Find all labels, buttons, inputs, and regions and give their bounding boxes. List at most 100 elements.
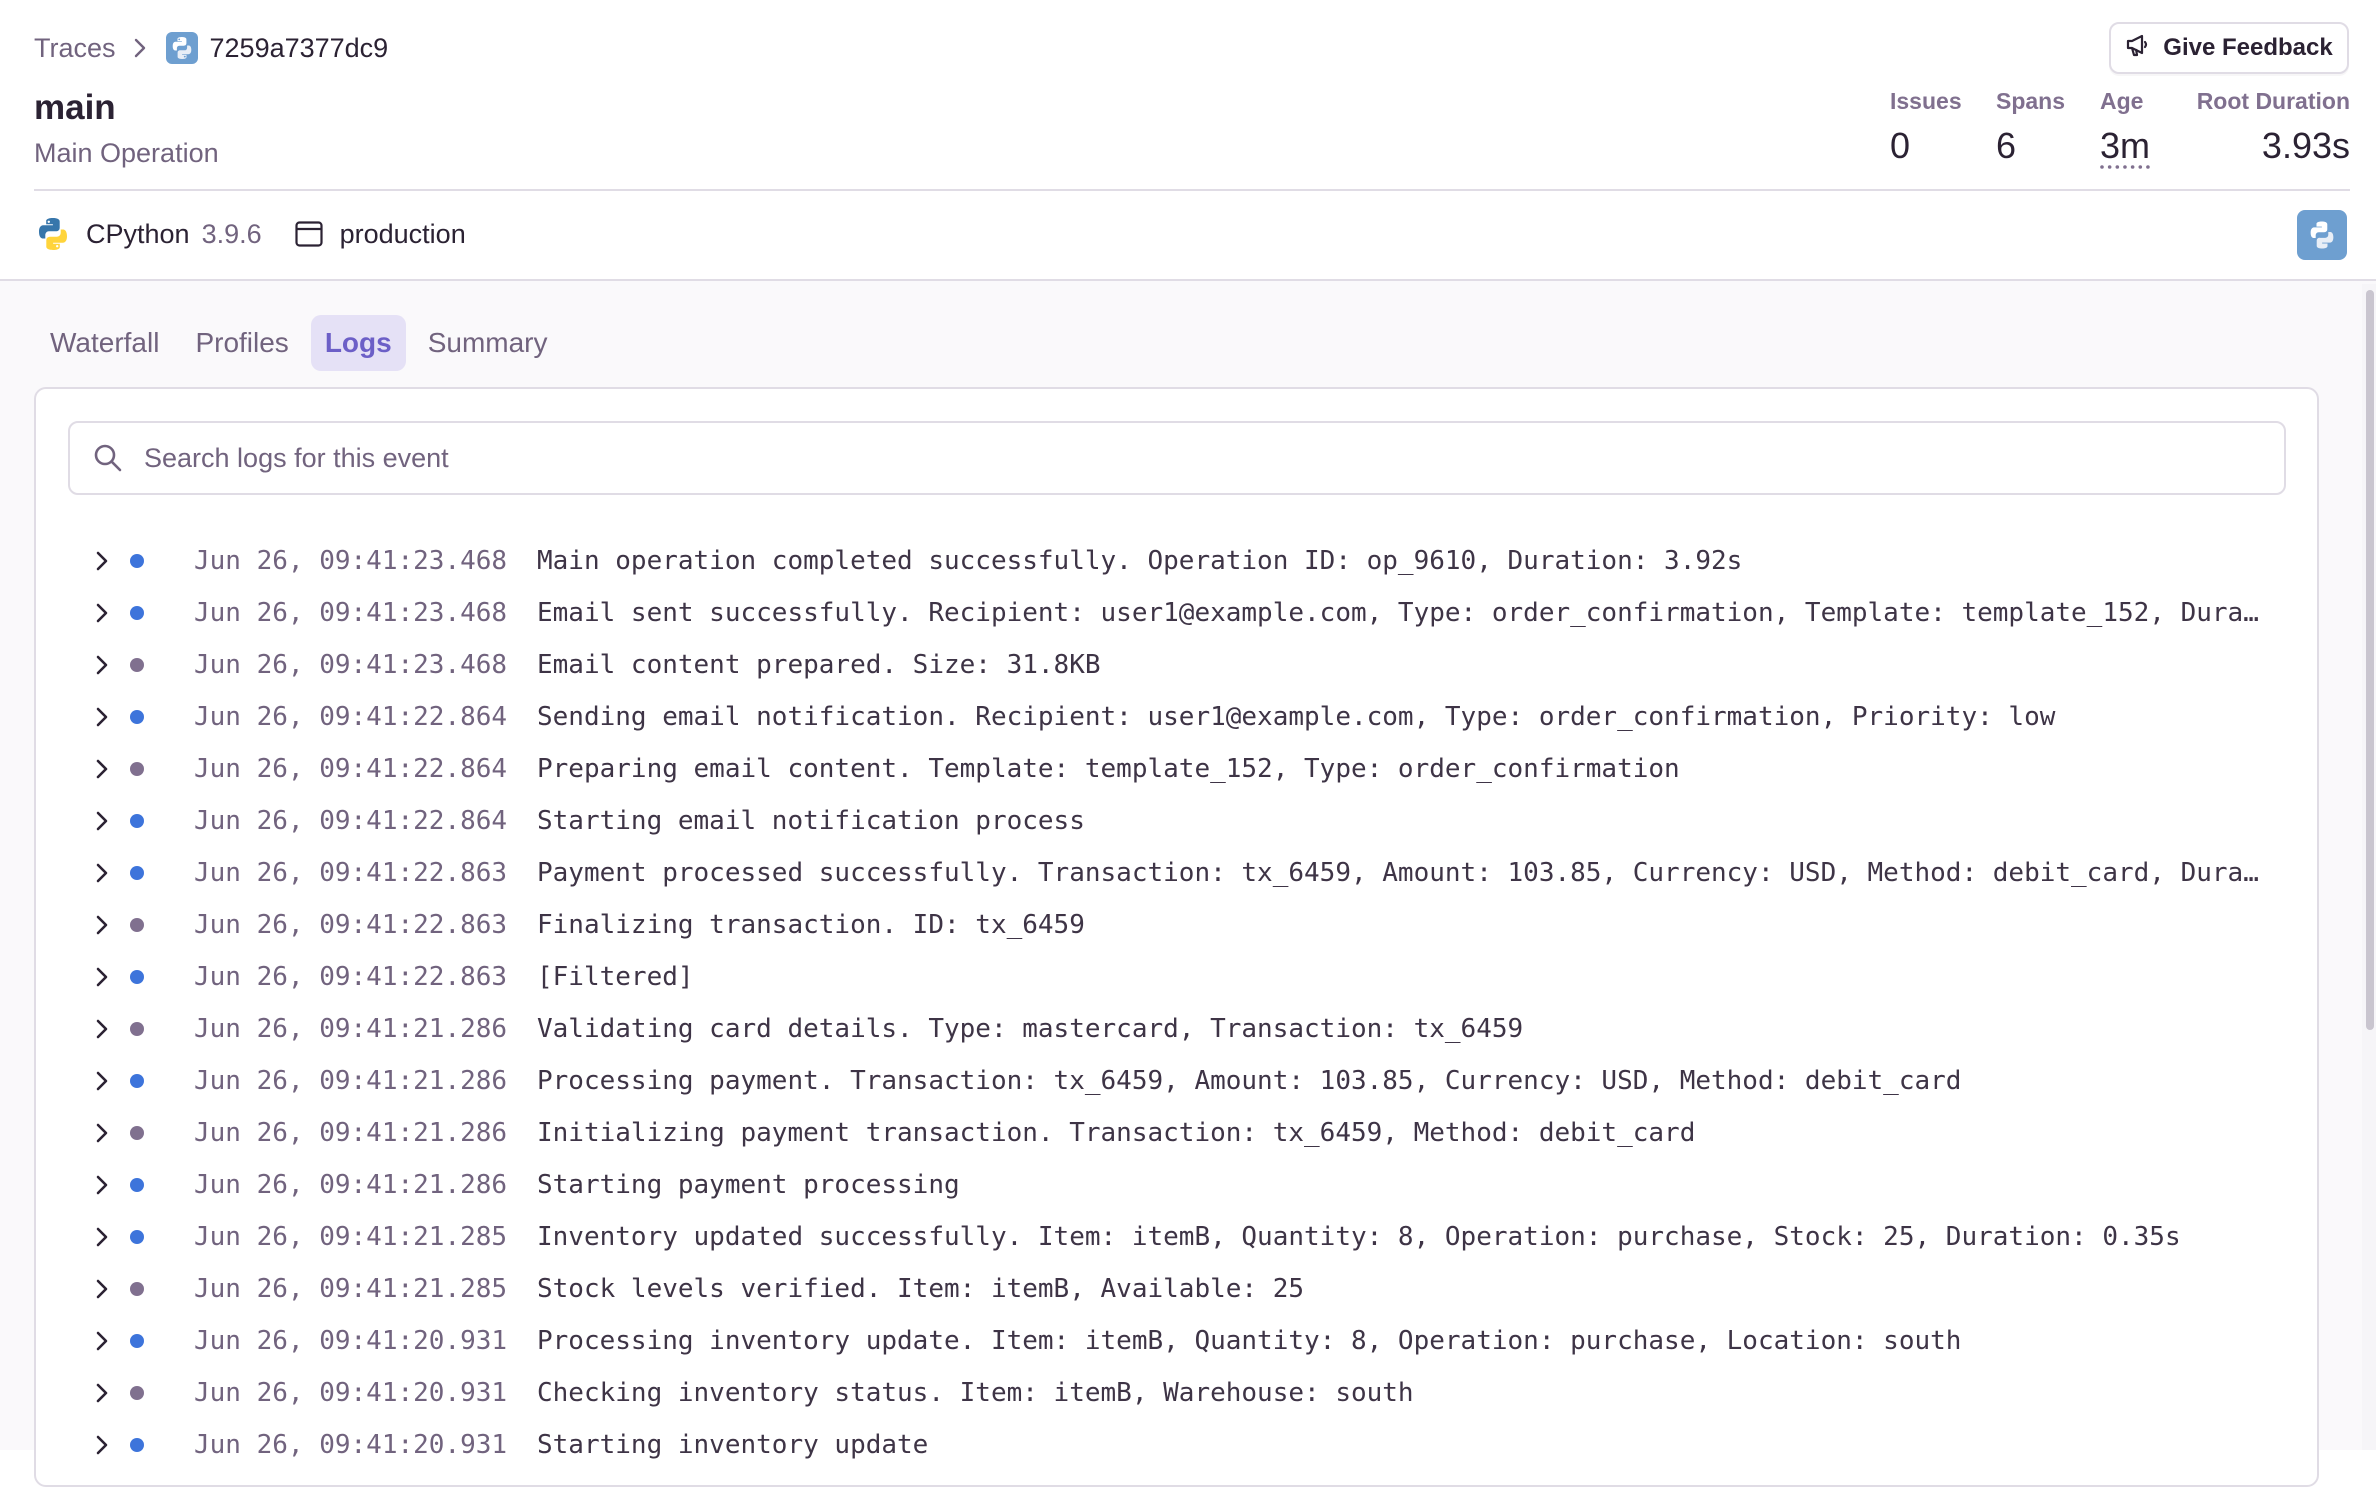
log-level-dot (130, 710, 144, 724)
chevron-right-icon[interactable] (88, 1379, 116, 1407)
log-level-dot (130, 1178, 144, 1192)
log-level-dot (130, 1230, 144, 1244)
stat-age-label: Age (2100, 88, 2144, 114)
stat-issues-label: Issues (1890, 88, 1962, 114)
log-row[interactable]: Jun 26, 09:41:22.864 Preparing email cont… (36, 743, 2317, 795)
log-row[interactable]: Jun 26, 09:41:22.863 Payment processed su… (36, 847, 2317, 899)
log-level-dot (130, 606, 144, 620)
log-message: Email content prepared. Size: 31.8KB (537, 650, 1101, 680)
log-message: Validating card details. Type: mastercar… (537, 1014, 1524, 1044)
tab-summary[interactable]: Summary (414, 315, 562, 371)
log-row[interactable]: Jun 26, 09:41:21.286 Validating card deta… (36, 1003, 2317, 1055)
log-timestamp: Jun 26, 09:41:20.931 (194, 1326, 508, 1356)
stat-root-duration-label: Root Duration (2196, 88, 2350, 114)
log-timestamp: Jun 26, 09:41:22.863 (194, 962, 508, 992)
chevron-right-icon[interactable] (88, 1119, 116, 1147)
logs-panel: Jun 26, 09:41:23.468 Main operation compl… (34, 387, 2319, 1487)
stat-spans: Spans 6 (1996, 88, 2072, 167)
log-message: Starting email notification process (537, 806, 1085, 836)
log-message: [Filtered] (537, 962, 694, 992)
give-feedback-button[interactable]: Give Feedback (2109, 22, 2349, 74)
breadcrumb-traces-link[interactable]: Traces (34, 33, 116, 64)
chevron-right-icon[interactable] (88, 807, 116, 835)
environment-name: production (339, 218, 466, 249)
log-list: Jun 26, 09:41:23.468 Main operation compl… (36, 535, 2317, 1471)
log-timestamp: Jun 26, 09:41:22.864 (194, 702, 508, 732)
log-row[interactable]: Jun 26, 09:41:22.864 Starting email notif… (36, 795, 2317, 847)
tab-waterfall[interactable]: Waterfall (36, 315, 173, 371)
log-row[interactable]: Jun 26, 09:41:23.468 Email content prepar… (36, 639, 2317, 691)
page-scrollbar-thumb[interactable] (2366, 290, 2374, 1030)
chevron-right-icon[interactable] (88, 963, 116, 991)
megaphone-icon (2125, 32, 2151, 65)
log-timestamp: Jun 26, 09:41:21.286 (194, 1170, 508, 1200)
log-row[interactable]: Jun 26, 09:41:20.931 Starting inventory u… (36, 1419, 2317, 1471)
log-timestamp: Jun 26, 09:41:22.863 (194, 858, 508, 888)
log-row[interactable]: Jun 26, 09:41:23.468 Email sent successfu… (36, 587, 2317, 639)
log-row[interactable]: Jun 26, 09:41:21.286 Initializing payment… (36, 1107, 2317, 1159)
log-message: Payment processed successfully. Transact… (537, 858, 2259, 888)
log-level-dot (130, 1334, 144, 1348)
log-level-dot (130, 1126, 144, 1140)
log-timestamp: Jun 26, 09:41:21.286 (194, 1118, 508, 1148)
log-message: Initializing payment transaction. Transa… (537, 1118, 1696, 1148)
stat-age: Age 3m (2100, 88, 2170, 167)
chevron-right-icon[interactable] (88, 547, 116, 575)
chevron-right-icon[interactable] (88, 1431, 116, 1459)
stat-age-value[interactable]: 3m (2100, 125, 2170, 167)
trace-header: Traces 7259a7377dc9 main Main Operation … (0, 0, 2376, 281)
chevron-right-icon[interactable] (88, 651, 116, 679)
log-row[interactable]: Jun 26, 09:41:20.931 Checking inventory s… (36, 1367, 2317, 1419)
log-message: Starting inventory update (537, 1430, 929, 1460)
stat-issues-value[interactable]: 0 (1890, 125, 1970, 167)
stat-spans-value: 6 (1996, 125, 2017, 166)
python-runtime-icon (34, 215, 72, 253)
chevron-right-icon[interactable] (88, 1015, 116, 1043)
log-level-dot (130, 1386, 144, 1400)
log-message: Starting payment processing (537, 1170, 960, 1200)
log-row[interactable]: Jun 26, 09:41:22.864 Sending email notifi… (36, 691, 2317, 743)
search-bar[interactable] (68, 421, 2286, 495)
window-icon (294, 219, 324, 249)
chevron-right-icon[interactable] (88, 755, 116, 783)
python-platform-icon (2297, 210, 2347, 260)
chevron-right-icon[interactable] (88, 1327, 116, 1355)
chevron-right-icon[interactable] (88, 911, 116, 939)
log-message: Stock levels verified. Item: itemB, Avai… (537, 1274, 1305, 1304)
chevron-right-icon[interactable] (88, 1067, 116, 1095)
log-timestamp: Jun 26, 09:41:22.863 (194, 910, 508, 940)
log-timestamp: Jun 26, 09:41:22.864 (194, 754, 508, 784)
runtime-version: 3.9.6 (201, 218, 262, 249)
chevron-right-icon[interactable] (88, 1275, 116, 1303)
chevron-right-icon[interactable] (88, 1223, 116, 1251)
log-row[interactable]: Jun 26, 09:41:21.286 Processing payment. … (36, 1055, 2317, 1107)
log-level-dot (130, 762, 144, 776)
log-level-dot (130, 1074, 144, 1088)
log-row[interactable]: Jun 26, 09:41:20.931 Processing inventory… (36, 1315, 2317, 1367)
main-content: Waterfall Profiles Logs Summary Jun 26, … (0, 281, 2376, 1487)
log-timestamp: Jun 26, 09:41:23.468 (194, 650, 508, 680)
log-timestamp: Jun 26, 09:41:20.931 (194, 1430, 508, 1460)
log-row[interactable]: Jun 26, 09:41:23.468 Main operation compl… (36, 535, 2317, 587)
log-level-dot (130, 658, 144, 672)
log-message: Preparing email content. Template: templ… (537, 754, 1680, 784)
log-row[interactable]: Jun 26, 09:41:21.286 Starting payment pro… (36, 1159, 2317, 1211)
log-row[interactable]: Jun 26, 09:41:21.285 Stock levels verifie… (36, 1263, 2317, 1315)
chevron-right-icon[interactable] (88, 1171, 116, 1199)
log-message: Email sent successfully. Recipient: user… (537, 598, 2259, 628)
log-row[interactable]: Jun 26, 09:41:22.863 [Filtered] (36, 951, 2317, 1003)
log-message: Main operation completed successfully. O… (537, 546, 1743, 576)
log-message: Processing inventory update. Item: itemB… (537, 1326, 1962, 1356)
log-timestamp: Jun 26, 09:41:21.285 (194, 1222, 508, 1252)
chevron-right-icon[interactable] (88, 859, 116, 887)
tab-profiles[interactable]: Profiles (181, 315, 302, 371)
chevron-right-icon[interactable] (88, 703, 116, 731)
log-row[interactable]: Jun 26, 09:41:22.863 Finalizing transacti… (36, 899, 2317, 951)
breadcrumb: Traces 7259a7377dc9 (34, 30, 388, 66)
chevron-right-icon[interactable] (88, 599, 116, 627)
give-feedback-label: Give Feedback (2163, 34, 2333, 61)
breadcrumb-trace-id: 7259a7377dc9 (209, 32, 389, 63)
search-logs-input[interactable] (144, 442, 2244, 474)
log-row[interactable]: Jun 26, 09:41:21.285 Inventory updated su… (36, 1211, 2317, 1263)
tab-logs[interactable]: Logs (310, 315, 406, 371)
